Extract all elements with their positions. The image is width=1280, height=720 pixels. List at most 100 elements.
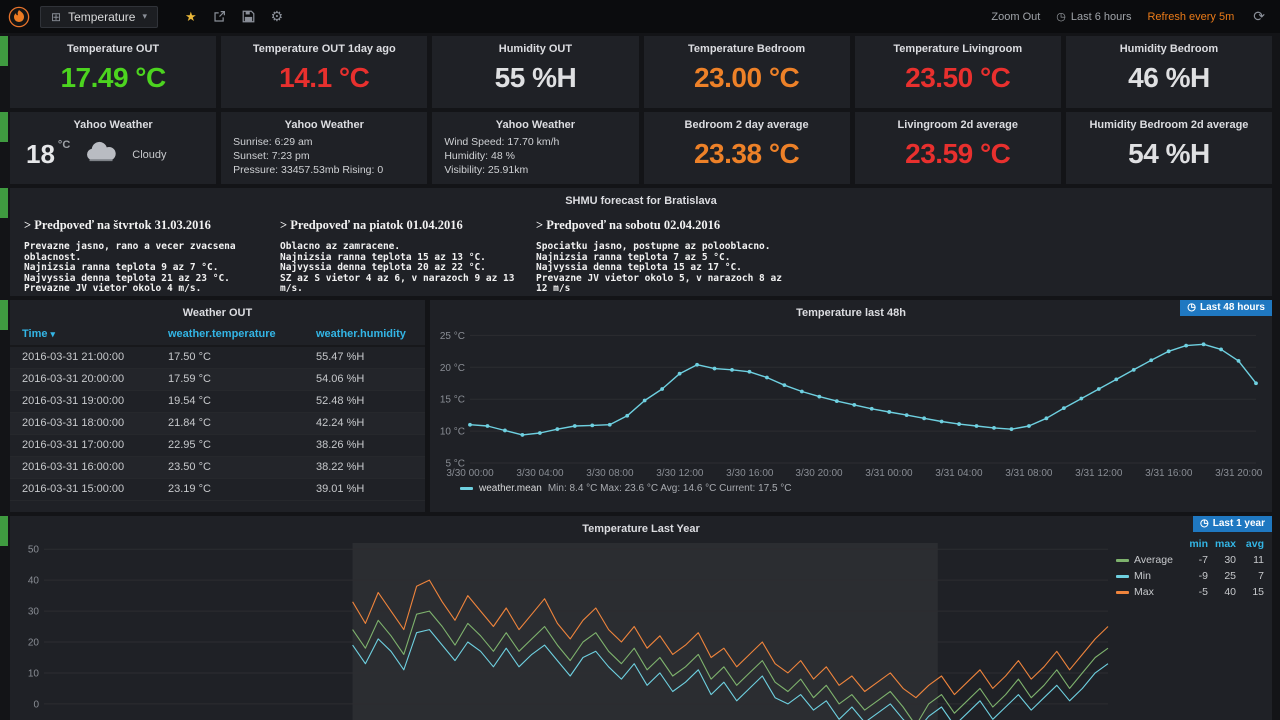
panel-title[interactable]: Temperature OUT [10,36,216,55]
stat-value: 54 %H [1066,138,1272,170]
panel-title[interactable]: Yahoo Weather [432,112,638,131]
series-name[interactable]: Max [1116,586,1180,598]
series-swatch [460,487,473,490]
time-range-label: Last 6 hours [1071,11,1132,23]
series-swatch [1116,559,1129,562]
detail-line: Visibility: 25.91km [444,163,628,177]
stat-value: 55 %H [432,62,638,94]
row-last-year: ◷ Last 1 year Temperature Last Year 5040… [10,516,1272,720]
dashboard-picker[interactable]: ⊞ Temperature ▾ [40,6,158,28]
graph-temperature-48h[interactable]: 25 °C20 °C15 °C10 °C5 °C3/30 00:003/30 0… [434,321,1270,486]
column-header-humidity[interactable]: weather.humidity [308,324,425,346]
svg-text:10: 10 [28,668,40,679]
svg-text:3/30 04:00: 3/30 04:00 [516,468,564,479]
svg-text:3/30 20:00: 3/30 20:00 [795,468,843,479]
panel-title[interactable]: Temperature last 48h [430,300,1272,319]
clock-icon: ◷ [1056,10,1066,23]
panel-title[interactable]: Livingroom 2d average [855,112,1061,131]
chevron-down-icon: ▾ [142,11,147,22]
panel-title[interactable]: Bedroom 2 day average [644,112,850,131]
panel-title[interactable]: Yahoo Weather [10,112,216,131]
row-toggle-handle[interactable] [0,300,8,330]
graph-temperature-year[interactable]: 50403020100 [14,537,1270,720]
panel-title[interactable]: Humidity Bedroom 2d average [1066,112,1272,131]
row-toggle-handle[interactable] [0,188,8,218]
panel-title[interactable]: Humidity OUT [432,36,638,55]
series-name[interactable]: Average [1116,554,1180,566]
panel-title[interactable]: Weather OUT [10,300,425,319]
refresh-interval-picker[interactable]: Refresh every 5m [1147,11,1234,23]
series-name[interactable]: weather.mean [479,483,542,494]
top-navbar: ⊞ Temperature ▾ ★ ⚙ Zoom Out ◷ Last 6 ho… [0,0,1280,33]
row-toggle-handle[interactable] [0,516,8,546]
row-table-graph: Weather OUT Time▾ weather.temperature we… [10,300,1272,512]
svg-text:40: 40 [28,576,40,587]
row-toggle-handle[interactable] [0,112,8,142]
zoom-out-button[interactable]: Zoom Out [991,11,1040,23]
time-range-picker[interactable]: ◷ Last 6 hours [1056,10,1131,23]
svg-text:25 °C: 25 °C [440,331,465,342]
table-row: 2016-03-31 17:00:0022.95 °C38.26 %H [10,435,425,457]
panel-bedroom-average: Bedroom 2 day average 23.38 °C [644,112,850,184]
detail-line: Sunrise: 6:29 am [233,135,417,149]
panel-yahoo-wind: Yahoo Weather Wind Speed: 17.70 km/h Hum… [432,112,638,184]
row-toggle-handle[interactable] [0,36,8,66]
stat-value: 14.1 °C [221,62,427,94]
panel-humidity-bedroom: Humidity Bedroom 46 %H [1066,36,1272,108]
series-name[interactable]: Min [1116,570,1180,582]
panel-temperature-livingroom: Temperature Livingroom 23.50 °C [855,36,1061,108]
share-button[interactable] [210,10,229,23]
column-header-time[interactable]: Time▾ [10,324,160,346]
table-row: 2016-03-31 18:00:0021.84 °C42.24 %H [10,413,425,435]
panel-title[interactable]: Temperature OUT 1day ago [221,36,427,55]
panel-humidity-out: Humidity OUT 55 %H [432,36,638,108]
refresh-icon[interactable]: ⟳ [1250,8,1268,25]
legend-row: Max -5 40 15 [1116,584,1264,600]
svg-text:3/30 08:00: 3/30 08:00 [586,468,634,479]
table-row: 2016-03-31 15:00:0023.19 °C39.01 %H [10,479,425,501]
series-swatch [1116,591,1129,594]
svg-text:20 °C: 20 °C [440,363,465,374]
svg-text:3/30 12:00: 3/30 12:00 [656,468,704,479]
panel-title[interactable]: SHMU forecast for Bratislava [10,188,1272,207]
star-button[interactable]: ★ [182,9,200,25]
weather-details: Wind Speed: 17.70 km/h Humidity: 48 % Vi… [432,131,638,177]
panel-title[interactable]: Humidity Bedroom [1066,36,1272,55]
series-swatch [1116,575,1129,578]
time-range-badge[interactable]: ◷ Last 1 year [1193,516,1272,532]
row-singlestats-1: Temperature OUT 17.49 °C Temperature OUT… [10,36,1272,108]
current-conditions: 18°C Cloudy [10,131,216,170]
svg-text:3/31 04:00: 3/31 04:00 [935,468,983,479]
legend-row: Min -9 25 7 [1116,568,1264,584]
weather-condition: Cloudy [132,149,166,161]
forecast-text: Spociatku jasno, postupne az polooblacno… [536,242,784,295]
panel-livingroom-average: Livingroom 2d average 23.59 °C [855,112,1061,184]
panel-temperature-out: Temperature OUT 17.49 °C [10,36,216,108]
panel-title[interactable]: Temperature Bedroom [644,36,850,55]
detail-line: Humidity: 48 % [444,149,628,163]
svg-text:3/31 20:00: 3/31 20:00 [1215,468,1263,479]
save-button[interactable] [239,10,258,23]
forecast-text: Prevazne jasno, rano a vecer zvacsena ob… [24,242,272,295]
panel-title[interactable]: Temperature Livingroom [855,36,1061,55]
svg-text:3/30 16:00: 3/30 16:00 [726,468,774,479]
row-singlestats-2: Yahoo Weather 18°C Cloudy Yahoo Weather … [10,112,1272,184]
time-range-badge[interactable]: ◷ Last 48 hours [1180,300,1272,316]
dashboard-title: Temperature [68,10,135,24]
forecast-text: Oblacno az zamracene. Najnizsia ranna te… [280,242,528,295]
svg-text:15 °C: 15 °C [440,395,465,406]
column-header-temperature[interactable]: weather.temperature [160,324,308,346]
panel-title[interactable]: Temperature Last Year [10,516,1272,535]
grafana-logo-icon[interactable] [8,6,30,28]
graph-legend: min max avg Average -7 30 11 Mi [1116,536,1264,600]
current-temp: 18°C [26,139,70,170]
panel-temperature-out-1day: Temperature OUT 1day ago 14.1 °C [221,36,427,108]
panel-title[interactable]: Yahoo Weather [221,112,427,131]
table-row: 2016-03-31 20:00:0017.59 °C54.06 %H [10,369,425,391]
dashboard: Temperature OUT 17.49 °C Temperature OUT… [0,33,1280,720]
navbar-right: Zoom Out ◷ Last 6 hours Refresh every 5m… [991,8,1268,25]
settings-gear-button[interactable]: ⚙ [268,8,287,25]
svg-text:10 °C: 10 °C [440,427,465,438]
panel-temperature-48h: ◷ Last 48 hours Temperature last 48h 25 … [430,300,1272,512]
stat-value: 23.00 °C [644,62,850,94]
